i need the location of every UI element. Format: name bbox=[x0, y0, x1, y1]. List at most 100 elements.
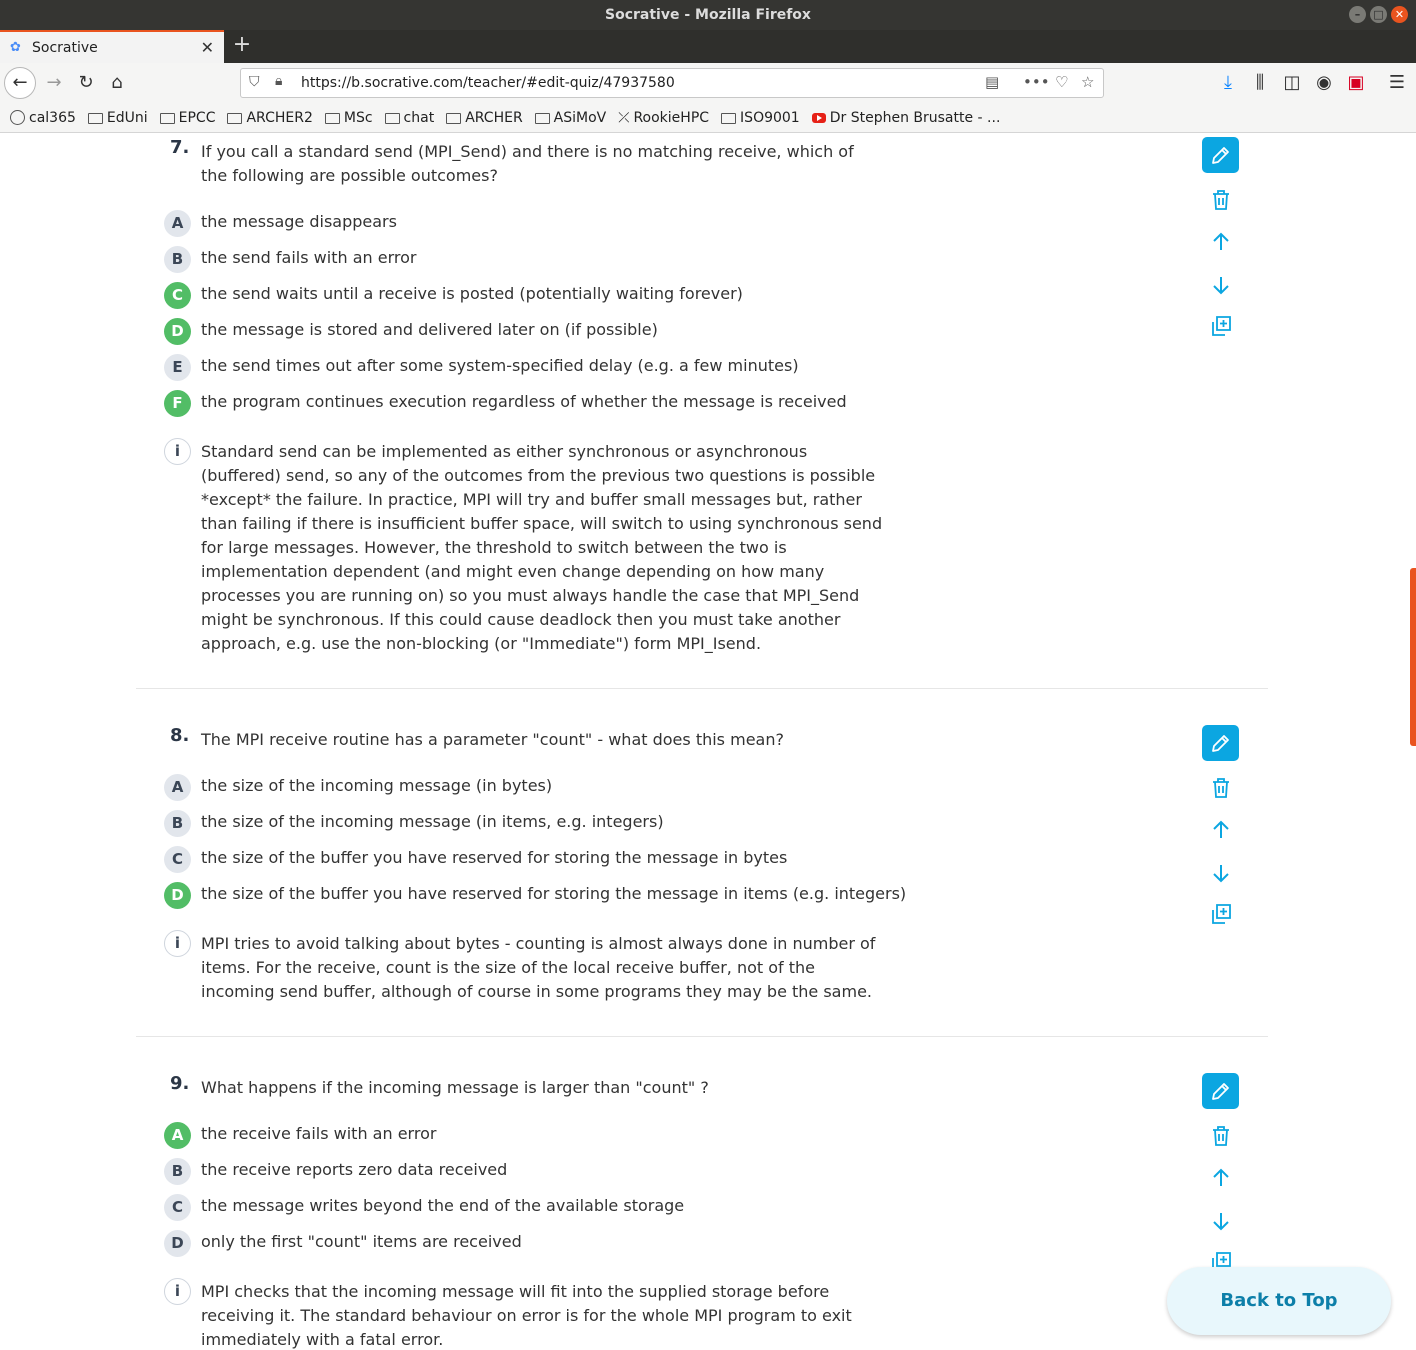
question-card: 7. If you call a standard send (MPI_Send… bbox=[136, 137, 1268, 677]
answer-text: the program continues execution regardle… bbox=[201, 392, 847, 411]
question-number: 7. bbox=[170, 137, 190, 158]
bookmark-rookiehpc[interactable]: ⤫ RookieHPC bbox=[618, 110, 709, 126]
answer-option: Bthe receive reports zero data received bbox=[164, 1158, 924, 1186]
arrow-up-icon[interactable] bbox=[1209, 230, 1233, 254]
answer-letter-correct: F bbox=[164, 390, 191, 417]
tracking-shield-icon[interactable]: ⛉ bbox=[249, 74, 260, 90]
tab-close-icon[interactable]: ✕ bbox=[201, 38, 214, 57]
pencil-icon bbox=[1212, 147, 1229, 164]
bookmark-star-icon[interactable]: ☆ bbox=[1081, 73, 1094, 91]
answer-text: the receive fails with an error bbox=[201, 1124, 437, 1143]
arrow-down-icon[interactable] bbox=[1209, 273, 1233, 297]
home-icon[interactable]: ⌂ bbox=[105, 71, 129, 95]
bookmark-eduni[interactable]: EdUni bbox=[87, 110, 148, 126]
explanation-text: Standard send can be implemented as eith… bbox=[201, 442, 883, 653]
answer-letter-correct: D bbox=[164, 882, 191, 909]
library-icon[interactable]: ⫼ bbox=[1248, 71, 1272, 95]
explanation-text: MPI checks that the incoming message wil… bbox=[201, 1282, 852, 1349]
answer-text: the size of the buffer you have reserved… bbox=[201, 848, 788, 867]
answer-letter: B bbox=[164, 1158, 191, 1185]
answer-letter-correct: A bbox=[164, 1122, 191, 1149]
answer-option: Donly the first "count" items are receiv… bbox=[164, 1230, 924, 1258]
folder-icon bbox=[227, 113, 243, 124]
folder-icon bbox=[159, 113, 175, 124]
answer-option: Dthe message is stored and delivered lat… bbox=[164, 318, 924, 346]
answer-letter: B bbox=[164, 810, 191, 837]
reload-icon[interactable]: ↻ bbox=[74, 71, 98, 95]
answer-letter: A bbox=[164, 210, 191, 237]
question-divider bbox=[136, 688, 1268, 689]
scrollbar-thumb[interactable] bbox=[1410, 568, 1416, 746]
socrative-icon: ✿ bbox=[10, 39, 21, 55]
trash-icon[interactable] bbox=[1209, 1124, 1233, 1148]
arrow-up-icon[interactable] bbox=[1209, 818, 1233, 842]
folder-icon bbox=[534, 113, 550, 124]
bookmark-chat[interactable]: chat bbox=[384, 110, 434, 126]
answer-option: Ethe send times out after some system-sp… bbox=[164, 354, 924, 382]
extension-icon[interactable]: ▣ bbox=[1344, 71, 1368, 95]
answer-letter: C bbox=[164, 1194, 191, 1221]
lock-icon[interactable]: 🔒︎ bbox=[275, 73, 282, 89]
pencil-icon bbox=[1212, 1083, 1229, 1100]
window-close-icon[interactable]: ✕ bbox=[1391, 6, 1408, 23]
bookmark-brusatte[interactable]: Dr Stephen Brusatte - ... bbox=[811, 110, 1000, 126]
bookmark-msc[interactable]: MSc bbox=[324, 110, 373, 126]
window-titlebar: Socrative - Mozilla Firefox – □ ✕ bbox=[0, 0, 1416, 30]
duplicate-icon[interactable] bbox=[1209, 902, 1233, 926]
pocket-icon[interactable]: ♡ bbox=[1055, 73, 1068, 91]
bookmark-archer2[interactable]: ARCHER2 bbox=[227, 110, 313, 126]
tab-socrative[interactable]: ✿ Socrative ✕ bbox=[0, 30, 224, 63]
window-title: Socrative - Mozilla Firefox bbox=[605, 7, 811, 23]
edit-question-button[interactable] bbox=[1202, 137, 1239, 173]
answer-option: Cthe message writes beyond the end of th… bbox=[164, 1194, 924, 1222]
answer-option: Athe size of the incoming message (in by… bbox=[164, 774, 924, 802]
bookmark-asimov[interactable]: ASiMoV bbox=[534, 110, 606, 126]
trash-icon[interactable] bbox=[1209, 776, 1233, 800]
downloads-icon[interactable]: ⤓ bbox=[1216, 71, 1240, 95]
arrow-up-icon[interactable] bbox=[1209, 1166, 1233, 1190]
info-icon: i bbox=[164, 438, 191, 465]
url-text[interactable]: https://b.socrative.com/teacher/#edit-qu… bbox=[301, 75, 675, 91]
trash-icon[interactable] bbox=[1209, 188, 1233, 212]
youtube-icon bbox=[811, 112, 826, 123]
answer-option: Bthe size of the incoming message (in it… bbox=[164, 810, 924, 838]
answer-text: the message writes beyond the end of the… bbox=[201, 1196, 685, 1215]
edit-question-button[interactable] bbox=[1202, 725, 1239, 761]
new-tab-icon[interactable]: + bbox=[230, 32, 254, 57]
folder-icon bbox=[446, 113, 462, 124]
answer-text: the send times out after some system-spe… bbox=[201, 356, 799, 375]
question-card: 8. The MPI receive routine has a paramet… bbox=[136, 725, 1268, 1015]
account-icon[interactable]: ◉ bbox=[1312, 71, 1336, 95]
answer-text: the message disappears bbox=[201, 212, 397, 231]
folder-icon bbox=[384, 113, 400, 124]
edit-question-button[interactable] bbox=[1202, 1073, 1239, 1109]
answer-text: the send fails with an error bbox=[201, 248, 417, 267]
duplicate-icon[interactable] bbox=[1209, 314, 1233, 338]
page-actions-icon[interactable]: ••• bbox=[1023, 73, 1050, 91]
arrow-down-icon[interactable] bbox=[1209, 1209, 1233, 1233]
url-bar[interactable]: ⛉ 🔒︎ https://b.socrative.com/teacher/#ed… bbox=[240, 68, 1104, 98]
back-icon[interactable]: ← bbox=[4, 67, 36, 99]
answer-letter-correct: D bbox=[164, 318, 191, 345]
answer-letter: B bbox=[164, 246, 191, 273]
bookmark-epcc[interactable]: EPCC bbox=[159, 110, 215, 126]
bookmarks-toolbar: cal365 EdUni EPCC ARCHER2 MSc chat ARCHE… bbox=[0, 103, 1416, 133]
bookmark-archer[interactable]: ARCHER bbox=[446, 110, 523, 126]
answer-letter: A bbox=[164, 774, 191, 801]
menu-icon[interactable]: ☰ bbox=[1385, 71, 1409, 95]
pencil-icon bbox=[1212, 735, 1229, 752]
answer-letter-correct: C bbox=[164, 282, 191, 309]
sidebar-icon[interactable]: ◫ bbox=[1280, 71, 1304, 95]
answer-text: the size of the buffer you have reserved… bbox=[201, 884, 907, 903]
reader-view-icon[interactable]: ▤ bbox=[985, 73, 999, 91]
bookmark-cal365[interactable]: cal365 bbox=[10, 110, 76, 126]
forward-icon[interactable]: → bbox=[42, 71, 66, 95]
minimize-icon[interactable]: – bbox=[1349, 6, 1366, 23]
quiz-editor: 7. If you call a standard send (MPI_Send… bbox=[0, 134, 1416, 1350]
explanation-text: MPI tries to avoid talking about bytes -… bbox=[201, 934, 876, 1001]
maximize-icon[interactable]: □ bbox=[1370, 6, 1387, 23]
arrow-down-icon[interactable] bbox=[1209, 861, 1233, 885]
bookmark-iso9001[interactable]: ISO9001 bbox=[721, 110, 800, 126]
question-text: If you call a standard send (MPI_Send) a… bbox=[201, 142, 854, 185]
back-to-top-button[interactable]: Back to Top bbox=[1167, 1267, 1391, 1335]
